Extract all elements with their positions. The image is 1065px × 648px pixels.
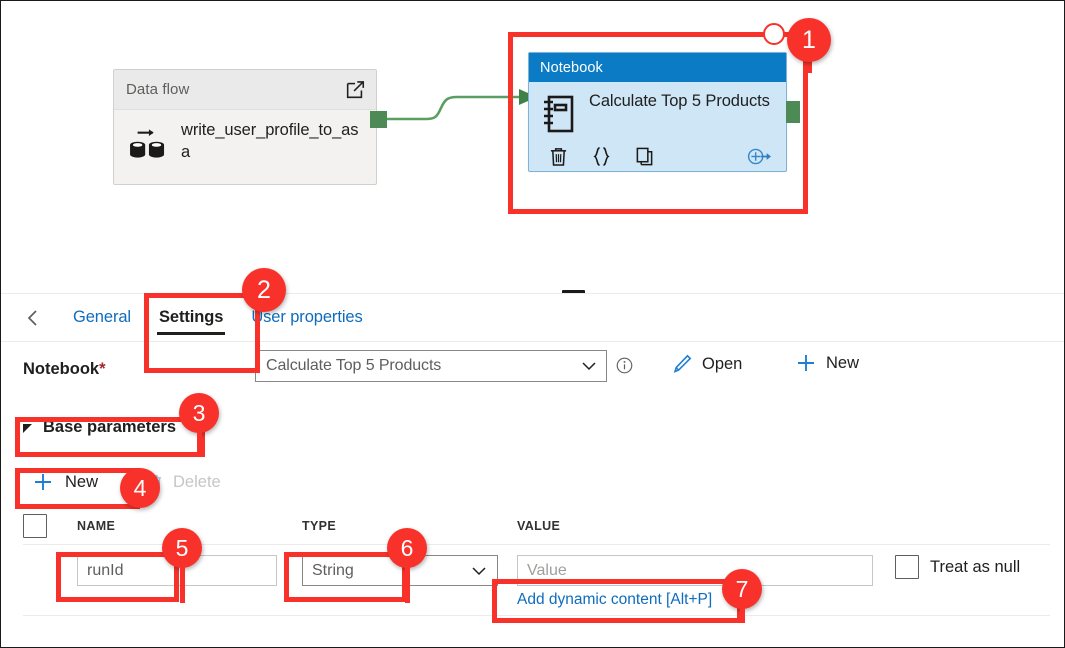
required-marker: * bbox=[99, 360, 106, 378]
delete-parameter-button[interactable]: Delete bbox=[134, 469, 233, 496]
treat-as-null-group: Treat as null bbox=[895, 555, 1020, 579]
notebook-icon bbox=[544, 95, 574, 133]
activity-properties-panel: General Settings User properties Noteboo… bbox=[1, 294, 1064, 647]
new-parameter-button[interactable]: New bbox=[23, 466, 112, 498]
add-dynamic-content-link[interactable]: Add dynamic content [Alt+P] bbox=[517, 591, 873, 609]
treat-as-null-checkbox[interactable] bbox=[895, 555, 919, 579]
dataflow-type-label: Data flow bbox=[126, 81, 190, 98]
open-notebook-button[interactable]: Open bbox=[671, 353, 742, 375]
add-output-arrow-icon[interactable] bbox=[747, 146, 772, 167]
pipeline-connector bbox=[373, 89, 537, 121]
open-notebook-label: Open bbox=[702, 354, 743, 373]
trash-icon bbox=[147, 474, 162, 491]
parameter-name-input[interactable]: runId bbox=[77, 555, 277, 586]
cell-type: String bbox=[302, 555, 517, 586]
info-circle-icon[interactable] bbox=[616, 357, 633, 374]
activity-node-notebook[interactable]: Notebook Calculate Top 5 Products bbox=[528, 52, 787, 172]
cell-value: Value Add dynamic content [Alt+P] Treat … bbox=[517, 555, 1050, 609]
tab-general-label: General bbox=[73, 308, 132, 326]
trash-icon[interactable] bbox=[549, 146, 568, 167]
tab-user-properties-label: User properties bbox=[251, 308, 363, 326]
tab-bar: General Settings User properties bbox=[1, 294, 1064, 342]
braces-icon[interactable] bbox=[592, 146, 611, 167]
new-notebook-label: New bbox=[826, 353, 860, 372]
chevron-down-icon bbox=[582, 362, 596, 371]
plus-icon bbox=[35, 474, 51, 490]
app-window: Data flow write_user_profile_to_asa Note… bbox=[0, 0, 1065, 648]
notebook-node-header: Notebook bbox=[529, 53, 786, 82]
triangle-expanded-icon bbox=[23, 423, 32, 433]
notebook-type-label: Notebook bbox=[540, 59, 603, 76]
notebook-selector-row: Notebook* Calculate Top 5 Products Open bbox=[1, 342, 1064, 396]
parameter-value-placeholder: Value bbox=[527, 561, 567, 579]
notebook-field-label: Notebook* bbox=[23, 360, 106, 379]
select-all-checkbox[interactable] bbox=[23, 514, 47, 538]
new-notebook-button[interactable]: New bbox=[794, 351, 859, 375]
notebook-activity-name: Calculate Top 5 Products bbox=[589, 92, 770, 110]
value-group: Value Add dynamic content [Alt+P] bbox=[517, 555, 873, 609]
treat-as-null-label: Treat as null bbox=[930, 557, 1021, 576]
dataflow-output-port[interactable] bbox=[370, 111, 387, 128]
copy-icon[interactable] bbox=[635, 146, 654, 167]
pipeline-canvas[interactable]: Data flow write_user_profile_to_asa Note… bbox=[1, 1, 1064, 295]
tab-settings-label: Settings bbox=[159, 308, 224, 326]
notebook-node-body: Calculate Top 5 Products bbox=[529, 82, 786, 134]
chevron-down-icon bbox=[472, 566, 486, 575]
tab-general[interactable]: General bbox=[59, 294, 145, 341]
dataflow-databases-icon bbox=[130, 129, 165, 158]
dataflow-node-header: Data flow bbox=[114, 70, 376, 110]
base-parameters-label: Base parameters bbox=[43, 418, 176, 436]
column-header-value: VALUE bbox=[517, 519, 561, 533]
notebook-dropdown-value: Calculate Top 5 Products bbox=[266, 357, 442, 374]
base-parameters-accordion[interactable]: Base parameters bbox=[23, 418, 176, 437]
table-header-row: NAME TYPE VALUE bbox=[23, 508, 1050, 544]
cell-name: runId bbox=[77, 555, 302, 586]
parameters-toolbar: New Delete bbox=[23, 466, 233, 498]
new-parameter-label: New bbox=[65, 472, 99, 491]
notebook-output-port[interactable] bbox=[786, 101, 800, 123]
table-row: runId String Value Add dynamic content [… bbox=[23, 544, 1050, 616]
parameter-type-value: String bbox=[312, 561, 354, 579]
column-header-name: NAME bbox=[77, 519, 116, 533]
dataflow-node-body: write_user_profile_to_asa bbox=[114, 110, 376, 164]
column-header-type: TYPE bbox=[302, 519, 337, 533]
notebook-node-actions bbox=[529, 146, 786, 167]
pencil-icon bbox=[673, 354, 692, 373]
chevron-left-icon[interactable] bbox=[23, 308, 43, 328]
notebook-field-label-text: Notebook bbox=[23, 360, 100, 378]
base-parameters-table: NAME TYPE VALUE runId String Value Add d… bbox=[23, 508, 1050, 616]
activity-node-dataflow[interactable]: Data flow write_user_profile_to_asa bbox=[113, 69, 377, 185]
open-in-new-icon[interactable] bbox=[344, 79, 366, 101]
notebook-dropdown[interactable]: Calculate Top 5 Products bbox=[255, 350, 607, 382]
tab-user-properties[interactable]: User properties bbox=[237, 294, 376, 341]
parameter-value-input[interactable]: Value bbox=[517, 555, 873, 586]
dataflow-activity-name: write_user_profile_to_asa bbox=[181, 121, 359, 161]
tab-settings[interactable]: Settings bbox=[145, 294, 237, 341]
parameter-name-value: runId bbox=[87, 561, 124, 579]
delete-parameter-label: Delete bbox=[173, 472, 221, 491]
parameter-type-dropdown[interactable]: String bbox=[302, 555, 498, 586]
plus-icon bbox=[798, 355, 814, 371]
